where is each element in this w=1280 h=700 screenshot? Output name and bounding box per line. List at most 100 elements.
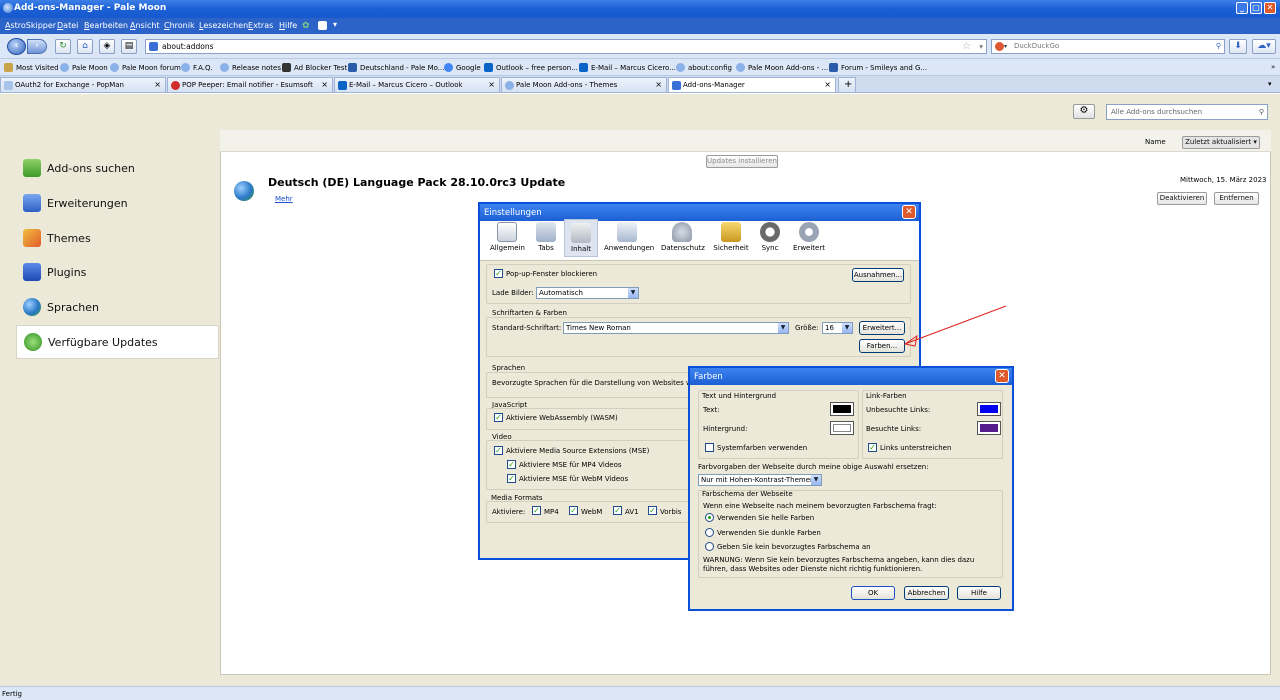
- sort-by-name[interactable]: Name: [1145, 138, 1166, 146]
- tab-list-icon[interactable]: ▾: [1268, 80, 1272, 88]
- downloads-button[interactable]: ⬇: [1229, 39, 1247, 54]
- popup-block-checkbox[interactable]: ✓: [494, 269, 503, 278]
- back-button[interactable]: ‹: [7, 38, 26, 55]
- unvisited-links-swatch[interactable]: [977, 402, 1001, 416]
- menu-extras[interactable]: Extras: [248, 21, 273, 30]
- text-color-swatch[interactable]: [830, 402, 854, 416]
- mse-mp4-checkbox[interactable]: ✓: [507, 460, 516, 469]
- tab-oauth2[interactable]: OAuth2 for Exchange - PopMan ×: [0, 77, 166, 92]
- mse-checkbox[interactable]: ✓: [494, 446, 503, 455]
- background-color-swatch[interactable]: [830, 421, 854, 435]
- bookmark-about-config[interactable]: about:config: [676, 63, 732, 72]
- bookmark-google[interactable]: Google: [444, 63, 481, 72]
- pane-tabs[interactable]: Tabs: [529, 219, 563, 257]
- tab-pale-moon-themes[interactable]: Pale Moon Add-ons - Themes ×: [501, 77, 667, 92]
- search-icon[interactable]: ⚲: [1216, 40, 1221, 53]
- close-tab-icon[interactable]: ×: [321, 80, 328, 89]
- category-get-addons[interactable]: Add-ons suchen: [16, 152, 219, 186]
- menu-datei[interactable]: Datei: [57, 21, 78, 30]
- pane-advanced[interactable]: Erweitert: [791, 219, 827, 257]
- exceptions-button[interactable]: Ausnahmen...: [852, 268, 904, 282]
- engine-dropdown-icon[interactable]: ▾: [1004, 40, 1007, 53]
- minimize-button[interactable]: _: [1236, 2, 1248, 14]
- bookmarks-overflow-icon[interactable]: »: [1271, 63, 1275, 71]
- close-window-button[interactable]: ✕: [1264, 2, 1276, 14]
- bookmark-outlook[interactable]: Outlook – free person...: [484, 63, 578, 72]
- sidebar-icon[interactable]: ▤: [121, 39, 137, 54]
- system-colors-checkbox[interactable]: [705, 443, 714, 452]
- menu-ansicht[interactable]: Ansicht: [130, 21, 160, 30]
- close-tab-icon[interactable]: ×: [154, 80, 161, 89]
- home-button[interactable]: ⌂: [77, 39, 93, 54]
- light-colors-radio[interactable]: [705, 513, 714, 522]
- underline-links-checkbox[interactable]: ✓: [868, 443, 877, 452]
- reload-button[interactable]: ↻: [55, 39, 71, 54]
- category-plugins[interactable]: Plugins: [16, 256, 219, 290]
- bookmark-star-icon[interactable]: ☆: [962, 40, 971, 53]
- webm-checkbox[interactable]: ✓: [569, 506, 578, 515]
- close-dialog-button[interactable]: ✕: [902, 205, 916, 219]
- default-font-select[interactable]: Times New Roman ▼: [563, 322, 789, 334]
- mp4-checkbox[interactable]: ✓: [532, 506, 541, 515]
- addon-toolbar-icon[interactable]: ✿: [302, 21, 310, 31]
- category-extensions[interactable]: Erweiterungen: [16, 187, 219, 221]
- bookmark-pale-moon-addons[interactable]: Pale Moon Add-ons - ...: [736, 63, 828, 72]
- pane-sync[interactable]: Sync: [753, 219, 787, 257]
- maximize-button[interactable]: □: [1250, 2, 1262, 14]
- bookmark-pale-moon-forum[interactable]: Pale Moon forum: [110, 63, 181, 72]
- category-available-updates[interactable]: Verfügbare Updates: [16, 325, 219, 359]
- category-languages[interactable]: Sprachen: [16, 291, 219, 325]
- close-tab-icon[interactable]: ×: [824, 80, 831, 89]
- dark-colors-radio[interactable]: [705, 528, 714, 537]
- menu-dropdown-icon[interactable]: ▾: [333, 20, 337, 29]
- override-select[interactable]: Nur mit Hohen-Kontrast-Themen ▼: [698, 474, 822, 486]
- ok-button[interactable]: OK: [851, 586, 895, 600]
- window-toolbar-icon[interactable]: [318, 21, 327, 30]
- mse-webm-checkbox[interactable]: ✓: [507, 474, 516, 483]
- help-button[interactable]: Hilfe: [957, 586, 1001, 600]
- pane-general[interactable]: Allgemein: [490, 219, 525, 257]
- remove-button[interactable]: Entfernen: [1214, 192, 1259, 205]
- search-bar[interactable]: ▾ DuckDuckGo ⚲: [991, 39, 1225, 54]
- close-tab-icon[interactable]: ×: [655, 80, 662, 89]
- menu-astroskipper[interactable]: AstroSkipper: [5, 21, 56, 30]
- more-link[interactable]: Mehr: [275, 195, 293, 203]
- category-themes[interactable]: Themes: [16, 222, 219, 256]
- no-scheme-radio[interactable]: [705, 542, 714, 551]
- search-icon[interactable]: ⚲: [1259, 105, 1264, 119]
- cancel-button[interactable]: Abbrechen: [904, 586, 949, 600]
- bookmark-deutschland[interactable]: Deutschland - Pale Mo...: [348, 63, 444, 72]
- bookmark-forum-smileys[interactable]: Forum - Smileys and G...: [829, 63, 927, 72]
- menu-chronik[interactable]: Chronik: [164, 21, 195, 30]
- new-tab-button[interactable]: +: [838, 77, 856, 92]
- sort-by-updated[interactable]: Zuletzt aktualisiert ▾: [1182, 136, 1260, 149]
- url-bar[interactable]: about:addons ☆ ▾: [145, 39, 987, 54]
- visited-links-swatch[interactable]: [977, 421, 1001, 435]
- url-dropdown-icon[interactable]: ▾: [979, 40, 983, 53]
- install-updates-button[interactable]: Updates installieren: [706, 155, 778, 168]
- tab-email-outlook[interactable]: E-Mail – Marcus Cicero – Outlook ×: [334, 77, 500, 92]
- forward-button[interactable]: ›: [27, 39, 47, 54]
- av1-checkbox[interactable]: ✓: [613, 506, 622, 515]
- pane-security[interactable]: Sicherheit: [712, 219, 750, 257]
- bookmark-email[interactable]: E-Mail – Marcus Cicero...: [579, 63, 676, 72]
- pane-privacy[interactable]: Datenschutz: [661, 219, 705, 257]
- menu-hilfe[interactable]: Hilfe: [279, 21, 297, 30]
- disable-button[interactable]: Deaktivieren: [1157, 192, 1207, 205]
- menu-bearbeiten[interactable]: Bearbeiten: [84, 21, 128, 30]
- bookmark-most-visited[interactable]: Most Visited: [4, 63, 59, 72]
- menu-lesezeichen[interactable]: Lesezeichen: [199, 21, 248, 30]
- tab-pop-peeper[interactable]: POP Peeper: Email notifier - Esumsoft ×: [167, 77, 333, 92]
- addon-menu-button[interactable]: ☁▾: [1252, 39, 1276, 54]
- bookmark-pale-moon[interactable]: Pale Moon: [60, 63, 108, 72]
- addons-search-input[interactable]: Alle Add-ons durchsuchen ⚲: [1106, 104, 1268, 120]
- bookmark-ad-blocker-test[interactable]: Ad Blocker Test: [282, 63, 347, 72]
- size-select[interactable]: 16 ▼: [822, 322, 853, 334]
- tab-addons-manager[interactable]: Add-ons-Manager ×: [668, 77, 836, 92]
- pane-content[interactable]: Inhalt: [564, 219, 598, 257]
- load-images-select[interactable]: Automatisch ▼: [536, 287, 639, 299]
- shield-icon[interactable]: ◈: [99, 39, 115, 54]
- vorbis-checkbox[interactable]: ✓: [648, 506, 657, 515]
- bookmark-release-notes[interactable]: Release notes: [220, 63, 281, 72]
- close-tab-icon[interactable]: ×: [488, 80, 495, 89]
